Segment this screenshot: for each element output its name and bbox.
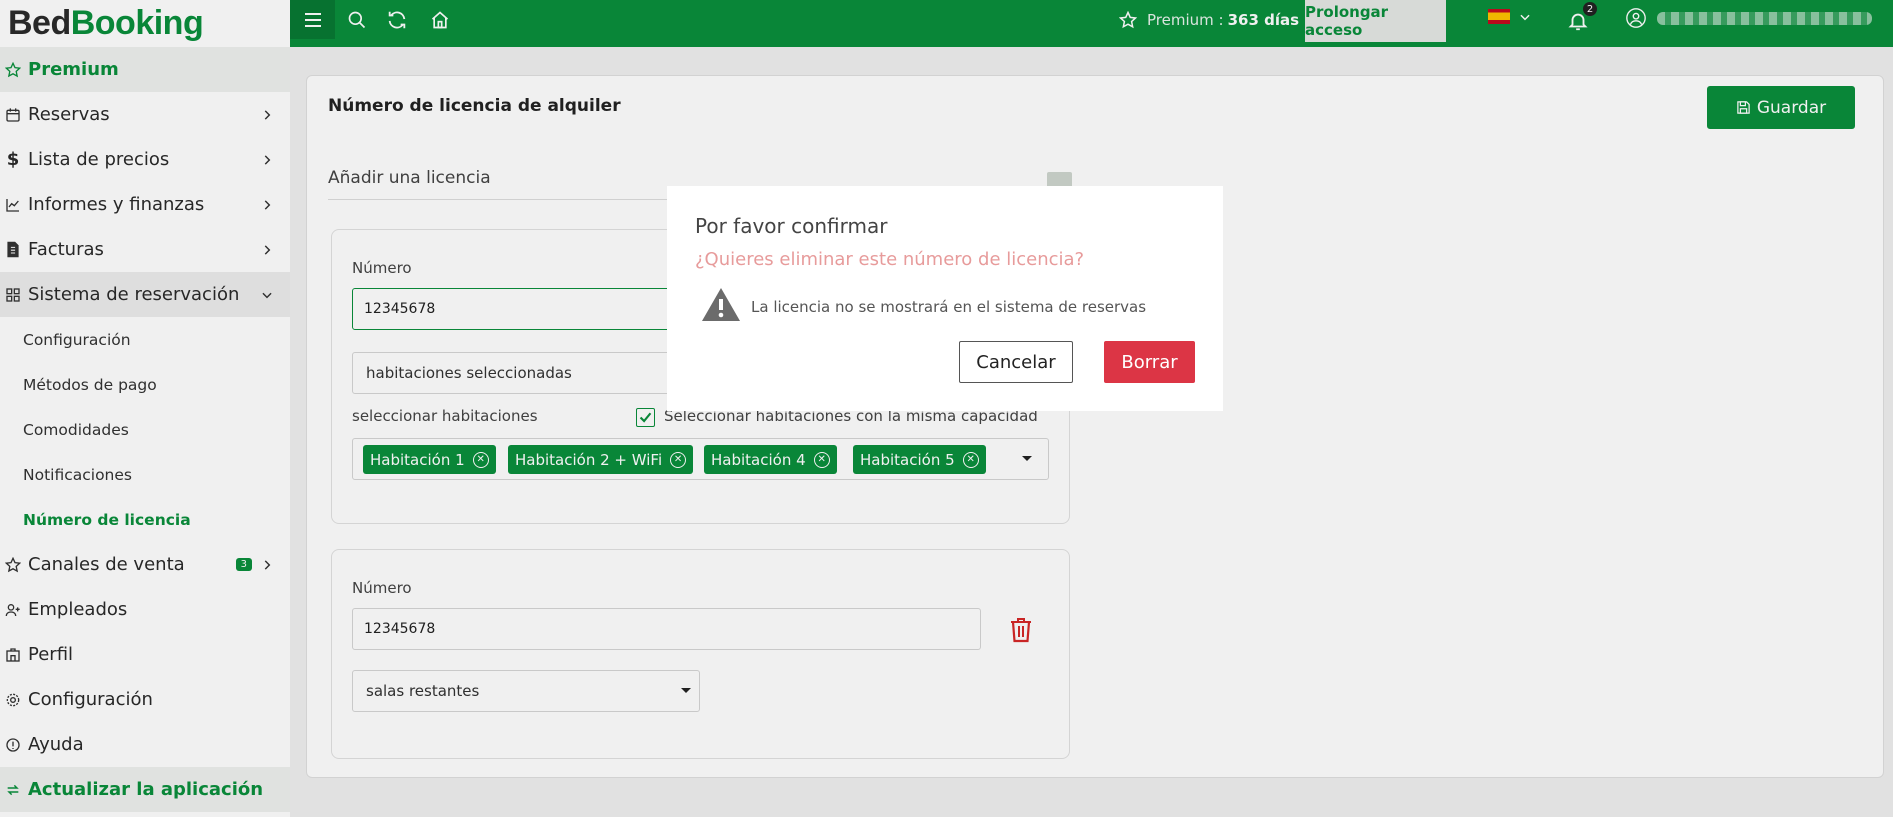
dialog-title: Por favor confirmar xyxy=(695,214,888,238)
dialog-warning-text: La licencia no se mostrará en el sistema… xyxy=(751,298,1147,316)
delete-button[interactable]: Borrar xyxy=(1104,341,1195,383)
warning-icon xyxy=(700,286,742,324)
confirm-dialog: Por favor confirmar ¿Quieres eliminar es… xyxy=(667,186,1223,411)
dialog-question: ¿Quieres eliminar este número de licenci… xyxy=(695,249,1085,270)
cancel-button[interactable]: Cancelar xyxy=(959,341,1073,383)
